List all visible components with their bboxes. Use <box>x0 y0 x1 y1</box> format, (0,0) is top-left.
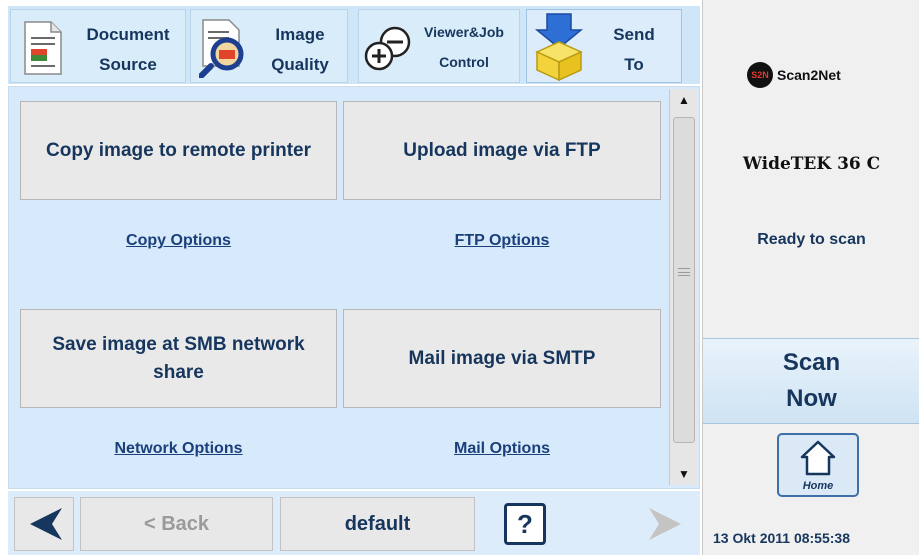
profile-label: default <box>344 512 411 535</box>
help-button[interactable]: ? <box>493 497 557 551</box>
ftp-options-link[interactable]: FTP Options <box>343 232 661 250</box>
back-button[interactable]: < Back <box>80 497 273 551</box>
datetime: 13 Okt 2011 08:55:38 <box>713 530 850 546</box>
send-to-panel: Copy image to remote printer Upload imag… <box>8 86 700 489</box>
scroll-grip-icon <box>678 268 690 276</box>
scan2net-logo: S2N Scan2Net <box>747 62 877 88</box>
back-button-label: < Back <box>143 512 210 535</box>
home-button[interactable]: Home <box>777 433 859 497</box>
logo-mark: S2N <box>747 62 773 88</box>
scan-now-line1: Scan <box>782 349 841 376</box>
tab-send-to[interactable]: Send To <box>526 9 682 83</box>
scroll-up-icon[interactable]: ▲ <box>670 89 698 111</box>
scroll-down-icon[interactable]: ▼ <box>670 463 698 485</box>
logo-mark-text: S2N <box>751 70 769 80</box>
zoom-plus-minus-icon <box>363 24 415 77</box>
bottom-bar: < Back default ? <box>8 491 700 555</box>
logo-text: Scan2Net <box>777 67 841 83</box>
next-page-button[interactable] <box>636 497 698 551</box>
mail-smtp-button[interactable]: Mail image via SMTP <box>343 309 661 408</box>
home-label: Home <box>802 480 834 492</box>
right-panel: S2N Scan2Net WideTEK 36 C Ready to scan … <box>702 0 919 555</box>
tab-image-quality-line2: Quality <box>271 55 329 74</box>
arrow-right-icon <box>649 508 681 540</box>
tab-document-source[interactable]: Document Source <box>10 9 186 83</box>
scroll-thumb[interactable] <box>673 117 695 443</box>
tab-document-source-line2: Source <box>99 55 157 74</box>
tab-viewer-job-control-line1: Viewer&Job <box>424 24 504 40</box>
status-text: Ready to scan <box>757 231 866 248</box>
home-icon <box>800 440 836 476</box>
profile-button[interactable]: default <box>280 497 475 551</box>
tab-viewer-job-control[interactable]: Viewer&Job Control <box>358 9 520 83</box>
upload-ftp-button[interactable]: Upload image via FTP <box>343 101 661 200</box>
tab-send-to-line1: Send <box>613 25 655 44</box>
tab-image-quality[interactable]: Image Quality <box>190 9 348 83</box>
help-label: ? <box>517 508 533 539</box>
mail-options-link[interactable]: Mail Options <box>343 440 661 458</box>
tab-image-quality-line1: Image <box>275 25 325 44</box>
network-options-link[interactable]: Network Options <box>20 440 337 458</box>
vertical-scrollbar[interactable]: ▲ ▼ <box>669 89 698 485</box>
tab-bar: Document Source Image Quality Viewer&Job… <box>8 6 700 84</box>
scan-now-button[interactable]: Scan Now <box>703 338 919 424</box>
tab-send-to-line2: To <box>624 55 644 74</box>
send-box-icon <box>531 12 587 87</box>
device-name: WideTEK 36 C <box>742 154 881 174</box>
scanner-app: Document Source Image Quality Viewer&Job… <box>0 0 919 555</box>
scan-now-line2: Now <box>786 385 837 412</box>
tab-viewer-job-control-line2: Control <box>439 54 489 70</box>
save-smb-button[interactable]: Save image at SMB network share <box>20 309 337 408</box>
arrow-left-icon <box>30 508 62 540</box>
copy-to-printer-button[interactable]: Copy image to remote printer <box>20 101 337 200</box>
copy-options-link[interactable]: Copy Options <box>20 232 337 250</box>
document-icon <box>23 20 63 81</box>
previous-page-button[interactable] <box>14 497 74 551</box>
magnifier-icon <box>198 18 251 83</box>
help-icon: ? <box>504 503 546 545</box>
tab-document-source-line1: Document <box>86 25 170 44</box>
